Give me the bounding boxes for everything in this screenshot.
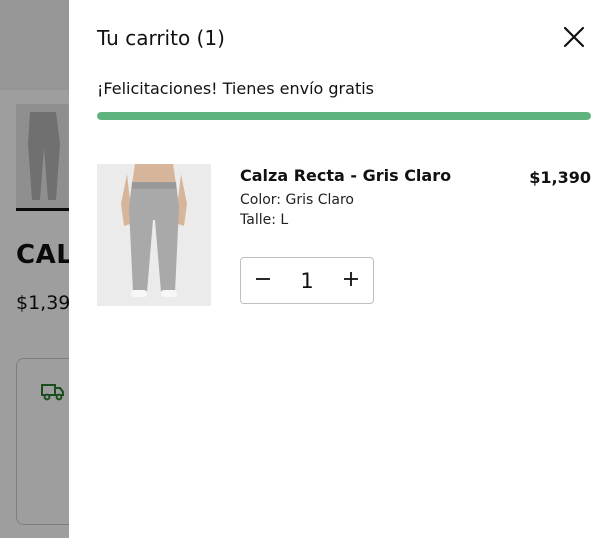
free-shipping-message: ¡Felicitaciones! Tienes envío gratis — [97, 79, 374, 98]
cart-item-name[interactable]: Calza Recta - Gris Claro — [240, 166, 451, 185]
decrease-quantity-button[interactable] — [241, 258, 285, 303]
minus-icon — [254, 270, 272, 292]
cart-item-price: $1,390 — [529, 168, 591, 187]
cart-item-color: Color: Gris Claro — [240, 192, 354, 208]
cart-title: Tu carrito (1) — [97, 26, 225, 50]
free-shipping-progress-fill — [97, 112, 591, 120]
quantity-value[interactable]: 1 — [285, 269, 329, 293]
close-icon — [559, 26, 589, 56]
plus-icon — [342, 270, 360, 292]
close-button[interactable] — [559, 22, 589, 52]
cart-item-image[interactable] — [97, 164, 211, 306]
quantity-stepper: 1 — [240, 257, 374, 304]
increase-quantity-button[interactable] — [329, 258, 373, 303]
cart-drawer: Tu carrito (1) ¡Felicitaciones! Tienes e… — [69, 0, 616, 538]
free-shipping-progress-bar — [97, 112, 591, 120]
cart-item-size: Talle: L — [240, 212, 289, 228]
